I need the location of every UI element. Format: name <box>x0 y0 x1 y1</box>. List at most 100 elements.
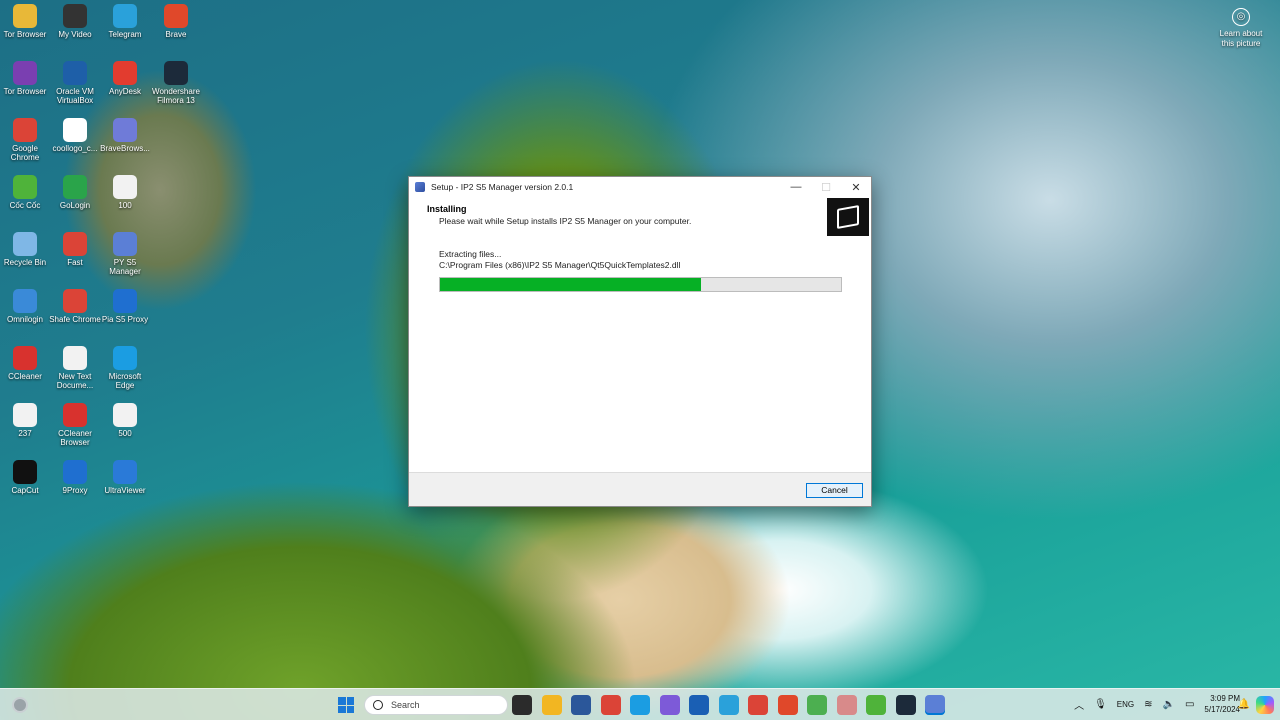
search-icon <box>373 700 383 710</box>
pdf-app-taskbar-icon[interactable] <box>689 695 709 715</box>
desktop-icon-label: UltraViewer <box>104 486 146 495</box>
filmora-icon <box>164 61 188 85</box>
setup-installer-taskbar-icon[interactable] <box>925 695 945 715</box>
ultraviewer-icon <box>113 460 137 484</box>
filmora-taskbar-icon[interactable] <box>895 695 916 715</box>
desktop-icon[interactable]: PY S5 Manager <box>99 232 151 276</box>
desktop-icon[interactable]: 237 <box>0 403 51 438</box>
word-app-taskbar-icon[interactable] <box>571 695 591 715</box>
desktop-icon[interactable]: Pia S5 Proxy <box>99 289 151 324</box>
desktop-icon[interactable]: Omnilogin <box>0 289 51 324</box>
installer-footer: Cancel <box>409 472 871 506</box>
desktop-icon[interactable]: New Text Docume... <box>49 346 101 390</box>
gologin-icon <box>63 175 87 199</box>
desktop-icon[interactable]: Wondershare Filmora 13 <box>150 61 202 105</box>
edge-taskbar-icon[interactable] <box>630 695 650 715</box>
notepad-taskbar-icon[interactable] <box>807 695 827 715</box>
telegram-icon <box>113 4 137 28</box>
clock[interactable]: 3:09 PM 5/17/2024 <box>1204 693 1240 715</box>
desktop-icon[interactable]: My Video <box>49 4 101 39</box>
chrome-profile-taskbar-icon[interactable] <box>748 695 768 715</box>
learn-about-picture[interactable]: ◎ Learn about this picture <box>1214 8 1268 49</box>
image-icon <box>63 118 87 142</box>
page-title: Installing <box>427 204 467 214</box>
desktop-icon[interactable]: Tor Browser <box>0 61 51 96</box>
desktop-icon-label: CapCut <box>11 486 39 495</box>
progress-fill <box>440 278 701 291</box>
desktop-icon[interactable]: Recycle Bin <box>0 232 51 267</box>
desktop-icon[interactable]: Tor Browser <box>0 4 51 39</box>
desktop-icon[interactable]: Telegram <box>99 4 151 39</box>
widgets-icon[interactable] <box>12 697 28 713</box>
desktop-icon-label: Microsoft Edge <box>108 372 142 390</box>
clock-date: 5/17/2024 <box>1204 705 1240 714</box>
desktop-icon[interactable]: 9Proxy <box>49 460 101 495</box>
desktop-icon[interactable]: BraveBrows... <box>99 118 151 153</box>
desktop-icon[interactable]: Google Chrome <box>0 118 51 162</box>
desktop-icon-label: My Video <box>58 30 92 39</box>
desktop-icon[interactable]: CapCut <box>0 460 51 495</box>
microphone-icon[interactable]: 🎙 <box>1094 699 1107 710</box>
video-icon <box>63 4 87 28</box>
desktop-icon[interactable]: Fast <box>49 232 101 267</box>
web-app-taskbar-icon[interactable] <box>836 695 857 715</box>
anydesk-icon <box>113 61 137 85</box>
desktop-icon-label: coollogo_c... <box>52 144 98 153</box>
chevron-up-icon[interactable]: ︿ <box>1074 697 1084 712</box>
close-button[interactable]: ✕ <box>841 177 871 197</box>
search-placeholder: Search <box>391 700 420 710</box>
desktop-icon-label: PY S5 Manager <box>109 258 141 276</box>
start-button[interactable] <box>338 697 354 713</box>
battery-icon[interactable]: ▭ <box>1185 699 1194 710</box>
taskbar-search[interactable]: Search <box>364 695 508 715</box>
desktop-icon[interactable]: 100 <box>99 175 151 210</box>
setup-app-icon <box>415 182 425 192</box>
desktop-icon[interactable]: CCleaner Browser <box>49 403 101 447</box>
taskbar: Search ︿ 🎙 ENG ≋ 🔈 ▭ 3:09 PM 5/17/2024 🔔 <box>0 688 1280 720</box>
file-icon <box>113 175 137 199</box>
desktop-icon[interactable]: AnyDesk <box>99 61 151 96</box>
minimize-button[interactable]: — <box>781 177 811 197</box>
maximize-button: ☐ <box>821 181 831 194</box>
desktop-icon-label: 500 <box>118 429 132 438</box>
snipping-tool-taskbar-icon[interactable] <box>659 695 680 715</box>
desktop-icon-label: Pia S5 Proxy <box>101 315 149 324</box>
cancel-button[interactable]: Cancel <box>806 483 863 498</box>
brave-taskbar-icon[interactable] <box>777 695 798 715</box>
system-tray: ︿ 🎙 ENG ≋ 🔈 ▭ 3:09 PM 5/17/2024 <box>1074 693 1240 715</box>
desktop-icon[interactable]: GoLogin <box>49 175 101 210</box>
taskbar-apps <box>512 695 945 715</box>
desktop-icon[interactable]: Brave <box>150 4 202 39</box>
recycle-bin-icon <box>13 232 37 256</box>
chrome-taskbar-icon[interactable] <box>600 695 621 715</box>
desktop-icon[interactable]: Cốc Cốc <box>0 175 51 210</box>
desktop-icon[interactable]: coollogo_c... <box>49 118 101 153</box>
chrome-icon <box>63 232 87 256</box>
desktop-icon[interactable]: Shafe Chrome <box>49 289 101 324</box>
desktop-icon[interactable]: 500 <box>99 403 151 438</box>
window-titlebar[interactable]: Setup - IP2 S5 Manager version 2.0.1 — ☐… <box>409 177 871 197</box>
language-indicator[interactable]: ENG <box>1117 700 1134 709</box>
wifi-icon[interactable]: ≋ <box>1144 699 1152 710</box>
proxy-icon <box>113 289 137 313</box>
installer-header: Installing Please wait while Setup insta… <box>409 197 871 241</box>
coccoc-taskbar-icon[interactable] <box>866 695 886 715</box>
file-icon <box>13 403 37 427</box>
brave-icon <box>164 4 188 28</box>
ccleaner-icon <box>13 346 37 370</box>
desktop-icon[interactable]: Microsoft Edge <box>99 346 151 390</box>
volume-icon[interactable]: 🔈 <box>1163 699 1175 710</box>
proxy-icon <box>63 460 87 484</box>
notification-bell-icon[interactable]: 🔔 <box>1238 699 1250 710</box>
telegram-taskbar-icon[interactable] <box>718 695 739 715</box>
desktop-icon[interactable]: Oracle VM VirtualBox <box>49 61 101 105</box>
setup-window: Setup - IP2 S5 Manager version 2.0.1 — ☐… <box>408 176 872 507</box>
app-icon <box>113 232 137 256</box>
copilot-icon[interactable] <box>1256 696 1274 714</box>
file-explorer-dark-taskbar-icon[interactable] <box>512 695 532 715</box>
desktop-icon[interactable]: CCleaner <box>0 346 51 381</box>
ccleaner-browser-icon <box>63 403 87 427</box>
desktop-icon-label: Tor Browser <box>3 87 47 96</box>
file-explorer-taskbar-icon[interactable] <box>541 695 562 715</box>
desktop-icon[interactable]: UltraViewer <box>99 460 151 495</box>
